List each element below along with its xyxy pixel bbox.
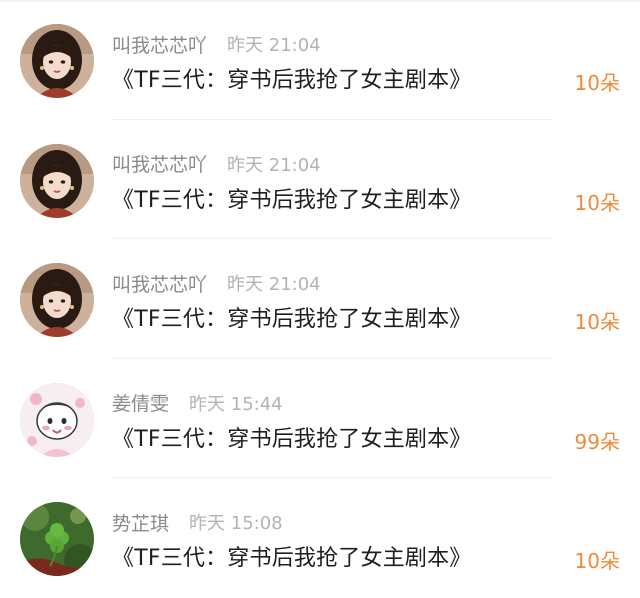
girl-portrait-icon (20, 24, 94, 98)
avatar[interactable] (20, 24, 94, 98)
book-title[interactable]: 《TF三代：穿书后我抢了女主剧本》 (112, 540, 472, 572)
avatar[interactable] (20, 143, 94, 218)
list-item[interactable]: 叫我芯芯吖 昨天 21:04 《TF三代：穿书后我抢了女主剧本》 10朵 (0, 0, 640, 120)
book-title[interactable]: 《TF三代：穿书后我抢了女主剧本》 (112, 182, 472, 214)
username[interactable]: 姜倩雯 (112, 389, 169, 416)
username[interactable]: 叫我芯芯吖 (112, 31, 207, 58)
list-item[interactable]: 姜倩雯 昨天 15:44 《TF三代：穿书后我抢了女主剧本》 99朵 (0, 359, 640, 478)
flower-count: 10朵 (574, 71, 620, 95)
item-meta: 叫我芯芯吖 昨天 21:04 (112, 270, 321, 297)
list-item[interactable]: 叫我芯芯吖 昨天 21:04 《TF三代：穿书后我抢了女主剧本》 10朵 (0, 239, 640, 359)
flower-count: 10朵 (574, 190, 620, 215)
username[interactable]: 叫我芯芯吖 (112, 270, 207, 297)
avatar[interactable] (20, 502, 94, 576)
book-title[interactable]: 《TF三代：穿书后我抢了女主剧本》 (112, 301, 472, 333)
timestamp: 昨天 15:44 (189, 393, 283, 415)
flower-count: 10朵 (574, 549, 620, 573)
timestamp: 昨天 21:04 (227, 35, 321, 56)
item-meta: 势芷琪 昨天 15:08 (112, 509, 283, 536)
list-item[interactable]: 势芷琪 昨天 15:08 《TF三代：穿书后我抢了女主剧本》 10朵 (0, 478, 640, 598)
girl-portrait-icon (20, 263, 94, 337)
timestamp: 昨天 15:08 (189, 513, 283, 534)
clover-photo-icon (20, 502, 94, 576)
flower-count: 99朵 (574, 429, 620, 454)
item-meta: 叫我芯芯吖 昨天 21:04 (112, 31, 321, 58)
cartoon-character-icon (20, 382, 94, 457)
timestamp: 昨天 21:04 (227, 154, 321, 176)
flower-count: 10朵 (574, 310, 620, 334)
item-meta: 叫我芯芯吖 昨天 21:04 (112, 152, 321, 176)
username[interactable]: 势芷琪 (112, 509, 169, 536)
avatar[interactable] (20, 263, 94, 337)
list-item[interactable]: 叫我芯芯吖 昨天 21:04 《TF三代：穿书后我抢了女主剧本》 10朵 (0, 120, 640, 239)
item-meta: 姜倩雯 昨天 15:44 (112, 391, 283, 415)
avatar[interactable] (20, 382, 94, 457)
girl-portrait-icon (20, 143, 94, 218)
book-title[interactable]: 《TF三代：穿书后我抢了女主剧本》 (112, 62, 472, 94)
timestamp: 昨天 21:04 (227, 274, 321, 295)
username[interactable]: 叫我芯芯吖 (112, 150, 207, 177)
book-title[interactable]: 《TF三代：穿书后我抢了女主剧本》 (112, 421, 472, 453)
gift-record-list: 叫我芯芯吖 昨天 21:04 《TF三代：穿书后我抢了女主剧本》 10朵 叫我芯… (0, 0, 640, 598)
